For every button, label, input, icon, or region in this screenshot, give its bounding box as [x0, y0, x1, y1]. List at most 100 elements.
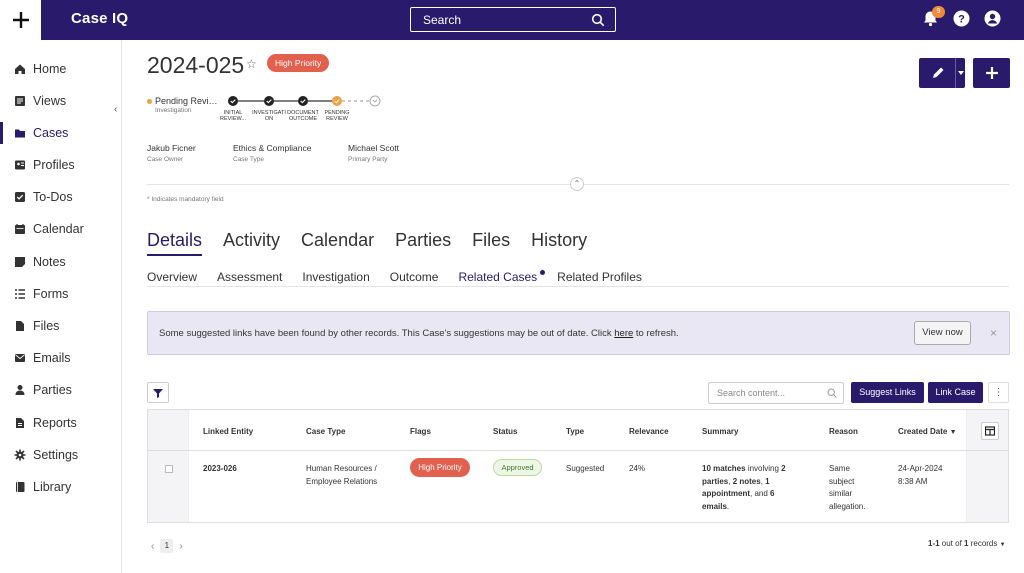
subtab-related-cases[interactable]: Related Cases [458, 270, 546, 287]
notifications-button[interactable]: 9 [921, 6, 945, 28]
tab-files[interactable]: Files [472, 230, 510, 256]
suggest-links-button[interactable]: Suggest Links [851, 382, 924, 403]
step-current-icon [332, 96, 342, 106]
tab-history[interactable]: History [531, 230, 587, 256]
header-reason[interactable]: Reason [829, 427, 858, 436]
page-number-button[interactable]: 1 [160, 539, 174, 553]
global-search-input[interactable]: Search [410, 7, 616, 32]
user-menu-button[interactable] [983, 9, 1002, 28]
subtab-label: Related Cases [458, 270, 538, 284]
link-case-button[interactable]: Link Case [928, 382, 983, 403]
case-meta-label: Case Type [233, 156, 264, 163]
filter-icon [153, 388, 163, 398]
create-new-button[interactable] [0, 0, 41, 40]
header-created-date[interactable]: Created Date ▼ [898, 427, 957, 436]
workflow-step-label[interactable]: DOCUMENT OUTCOME [286, 110, 320, 122]
user-icon [984, 10, 1001, 27]
banner-text-before: Some suggested links have been found by … [159, 328, 615, 339]
collapse-header-button[interactable]: ⌃ [570, 177, 584, 191]
workflow-step-label[interactable]: PENDING REVIEW [320, 110, 354, 122]
pagination: ‹ 1 › [151, 539, 183, 553]
view-now-button[interactable]: View now [914, 321, 971, 345]
sidebar-item-profiles[interactable]: Profiles [0, 150, 122, 180]
subtab-outcome[interactable]: Outcome [390, 270, 439, 287]
sidebar-item-home[interactable]: Home [0, 54, 122, 84]
edit-dropdown-toggle[interactable] [955, 58, 965, 88]
subtab-investigation[interactable]: Investigation [302, 270, 369, 287]
favorite-star-icon[interactable]: ☆ [246, 57, 257, 71]
sidebar-item-forms[interactable]: Forms [0, 279, 122, 309]
column-settings-button[interactable] [981, 422, 999, 440]
sidebar: ‹ Home Views Cases Profiles To-Dos Calendar No… [0, 40, 122, 573]
sidebar-item-views[interactable]: Views [0, 86, 122, 116]
sidebar-item-reports[interactable]: Reports [0, 408, 122, 438]
type-cell: Suggested [566, 464, 605, 473]
sidebar-item-calendar[interactable]: Calendar [0, 214, 122, 244]
views-icon [15, 96, 25, 106]
header-flags[interactable]: Flags [410, 427, 431, 436]
header-summary[interactable]: Summary [702, 427, 738, 436]
row-checkbox[interactable] [165, 465, 173, 473]
header-case-type[interactable]: Case Type [306, 427, 345, 436]
caret-down-icon [957, 71, 964, 75]
add-button[interactable] [973, 58, 1010, 88]
tab-activity[interactable]: Activity [223, 230, 280, 256]
top-bar: Case IQ Search 9 ? [0, 0, 1024, 40]
sidebar-item-notes[interactable]: Notes [0, 247, 122, 277]
refresh-link[interactable]: here [614, 328, 633, 339]
linked-entity-link[interactable]: 2023-026 [203, 463, 237, 476]
sidebar-item-parties[interactable]: Parties [0, 375, 122, 405]
subtab-overview[interactable]: Overview [147, 270, 197, 287]
sidebar-item-label: Forms [33, 287, 69, 301]
tab-details[interactable]: Details [147, 230, 203, 256]
subtab-related-profiles[interactable]: Related Profiles [557, 270, 642, 287]
relevance-cell: 24% [629, 464, 646, 473]
subtab-label: Investigation [302, 270, 370, 284]
sub-tabs: Overview Assessment Investigation Outcome Re… [147, 270, 642, 287]
sidebar-item-label: Emails [33, 351, 71, 365]
reason-line-2: subject [829, 476, 855, 486]
sidebar-item-cases[interactable]: Cases [0, 118, 122, 148]
current-stage-sub: Investigation [155, 107, 192, 114]
header-linked-entity[interactable]: Linked Entity [203, 427, 253, 436]
subtab-divider [147, 286, 1009, 287]
brand-logo[interactable]: Case IQ [71, 10, 128, 27]
next-page-icon[interactable]: › [179, 541, 182, 552]
subtab-assessment[interactable]: Assessment [217, 270, 282, 287]
sidebar-item-files[interactable]: Files [0, 311, 122, 341]
step-done-icon [298, 96, 308, 106]
header-type[interactable]: Type [566, 427, 584, 436]
pencil-icon [933, 67, 944, 78]
content-search-placeholder: Search content... [717, 388, 786, 398]
tab-calendar[interactable]: Calendar [301, 230, 374, 256]
new-indicator-dot [540, 270, 546, 275]
tab-parties[interactable]: Parties [395, 230, 451, 256]
close-icon[interactable]: × [990, 326, 997, 340]
sidebar-item-to-dos[interactable]: To-Dos [0, 182, 122, 212]
file-icon [16, 321, 24, 331]
priority-badge: High Priority [267, 54, 330, 72]
filter-button[interactable] [147, 382, 169, 403]
records-count[interactable]: 1-1 out of 1 records ▼ [928, 539, 1006, 548]
workflow-step-label[interactable]: INITIAL REVIEW... [216, 110, 250, 122]
case-type-line-1: Human Resources / [306, 464, 377, 473]
banner-text-after: to refresh. [633, 328, 679, 339]
edit-button[interactable] [919, 58, 965, 88]
workflow-step-label[interactable]: INVESTIGATI ON [252, 110, 286, 122]
more-options-icon[interactable]: ⋮ [988, 382, 1009, 403]
content-search-input[interactable]: Search content... [708, 382, 844, 404]
case-meta-item: Michael Scott Primary Party [348, 143, 399, 163]
sidebar-item-label: Notes [33, 255, 66, 269]
summary-involving: involving [745, 464, 782, 473]
prev-page-icon[interactable]: ‹ [151, 541, 154, 552]
sidebar-item-library[interactable]: Library [0, 472, 122, 502]
sidebar-item-label: Profiles [33, 158, 75, 172]
help-button[interactable]: ? [952, 9, 971, 28]
header-status[interactable]: Status [493, 427, 517, 436]
header-relevance[interactable]: Relevance [629, 427, 669, 436]
sidebar-item-emails[interactable]: Emails [0, 343, 122, 373]
case-meta-label: Primary Party [348, 156, 388, 163]
search-icon[interactable] [591, 13, 605, 27]
step-done-icon [264, 96, 274, 106]
sidebar-item-settings[interactable]: Settings [0, 440, 122, 470]
